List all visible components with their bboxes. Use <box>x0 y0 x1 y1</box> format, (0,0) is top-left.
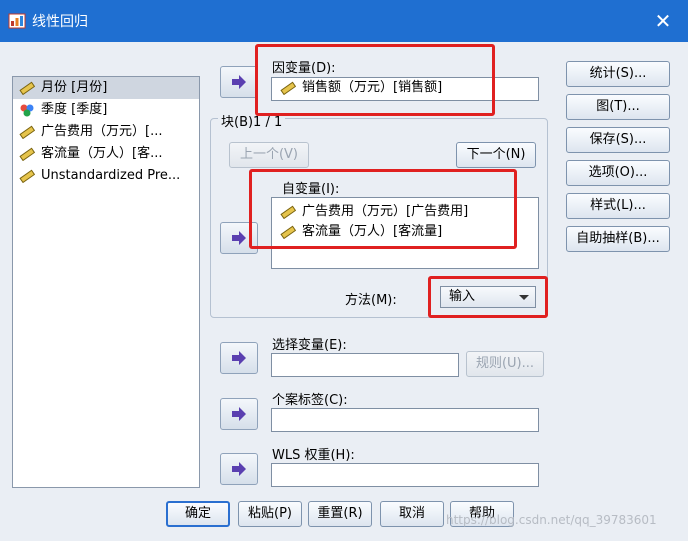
statistics-button[interactable]: 统计(S)... <box>566 61 670 87</box>
move-to-dependent-button[interactable] <box>220 66 258 98</box>
arrow-right-icon <box>232 351 246 365</box>
rule-button[interactable]: 规则(U)... <box>466 351 544 377</box>
close-button[interactable]: ✕ <box>650 8 676 34</box>
variable-item-traffic[interactable]: 客流量（万人）[客... <box>13 143 199 165</box>
variable-label: 季度 [季度] <box>41 102 108 117</box>
method-select[interactable]: 输入 <box>440 286 536 308</box>
move-to-case-label-button[interactable] <box>220 398 258 430</box>
ruler-icon <box>19 125 35 139</box>
dependent-variable[interactable]: 销售额（万元）[销售额] <box>272 78 538 98</box>
method-value: 输入 <box>449 289 476 304</box>
independent-variable-traffic[interactable]: 客流量（万人）[客流量] <box>272 222 538 242</box>
block-label: 块(B)1 / 1 <box>218 111 286 130</box>
case-label-label: 个案标签(C): <box>272 393 348 408</box>
ruler-icon <box>19 169 35 183</box>
ruler-icon <box>280 225 296 239</box>
arrow-right-icon <box>232 75 246 89</box>
paste-button[interactable]: 粘贴(P) <box>238 501 302 527</box>
selection-variable-field[interactable] <box>271 353 459 377</box>
variable-label: 广告费用（万元）[... <box>41 124 163 139</box>
variable-item-unstandardized[interactable]: Unstandardized Pre... <box>13 165 199 187</box>
style-button[interactable]: 样式(L)... <box>566 193 670 219</box>
linear-regression-dialog: 线性回归 ✕ 月份 [月份] 季度 [季度] 广告费用（万元）[... 客流量（… <box>0 0 688 541</box>
watermark-text: https://blog.csdn.net/qq_39783601 <box>446 513 657 527</box>
previous-block-button[interactable]: 上一个(V) <box>229 142 309 168</box>
move-to-independent-button[interactable] <box>220 222 258 254</box>
ruler-icon <box>280 205 296 219</box>
title-bar: 线性回归 ✕ <box>0 0 688 42</box>
wls-weight-label: WLS 权重(H): <box>272 448 355 463</box>
independent-list[interactable]: 广告费用（万元）[广告费用] 客流量（万人）[客流量] <box>271 197 539 269</box>
independent-value: 客流量（万人）[客流量] <box>302 224 443 239</box>
variable-item-ad-cost[interactable]: 广告费用（万元）[... <box>13 121 199 143</box>
ruler-icon <box>280 81 296 95</box>
reset-button[interactable]: 重置(R) <box>308 501 372 527</box>
variable-item-month[interactable]: 月份 [月份] <box>13 77 199 99</box>
spss-app-icon <box>8 13 26 29</box>
bootstrap-button[interactable]: 自助抽样(B)... <box>566 226 670 252</box>
window-title: 线性回归 <box>32 14 88 30</box>
plots-button[interactable]: 图(T)... <box>566 94 670 120</box>
independent-variable-ad-cost[interactable]: 广告费用（万元）[广告费用] <box>272 202 538 222</box>
dependent-label: 因变量(D): <box>272 61 336 76</box>
ruler-icon <box>19 81 35 95</box>
variable-label: Unstandardized Pre... <box>41 168 181 183</box>
cancel-button[interactable]: 取消 <box>380 501 444 527</box>
method-label: 方法(M): <box>345 293 397 308</box>
close-icon: ✕ <box>654 9 672 33</box>
dependent-field[interactable]: 销售额（万元）[销售额] <box>271 77 539 101</box>
move-to-wls-button[interactable] <box>220 453 258 485</box>
selection-variable-label: 选择变量(E): <box>272 338 347 353</box>
independent-value: 广告费用（万元）[广告费用] <box>302 204 469 219</box>
ruler-icon <box>19 147 35 161</box>
move-to-selection-button[interactable] <box>220 342 258 374</box>
arrow-right-icon <box>232 231 246 245</box>
arrow-right-icon <box>232 462 246 476</box>
ok-button[interactable]: 确定 <box>166 501 230 527</box>
independent-label: 自变量(I): <box>282 182 340 197</box>
nominal-icon <box>20 104 34 117</box>
variable-label: 客流量（万人）[客... <box>41 146 163 161</box>
chevron-down-icon <box>519 295 529 300</box>
arrow-right-icon <box>232 407 246 421</box>
dependent-value: 销售额（万元）[销售额] <box>302 80 443 95</box>
source-variable-list[interactable]: 月份 [月份] 季度 [季度] 广告费用（万元）[... 客流量（万人）[客..… <box>12 76 200 488</box>
next-block-button[interactable]: 下一个(N) <box>456 142 536 168</box>
save-button[interactable]: 保存(S)... <box>566 127 670 153</box>
case-label-field[interactable] <box>271 408 539 432</box>
wls-weight-field[interactable] <box>271 463 539 487</box>
variable-item-quarter[interactable]: 季度 [季度] <box>13 99 199 121</box>
options-button[interactable]: 选项(O)... <box>566 160 670 186</box>
variable-label: 月份 [月份] <box>41 80 108 95</box>
